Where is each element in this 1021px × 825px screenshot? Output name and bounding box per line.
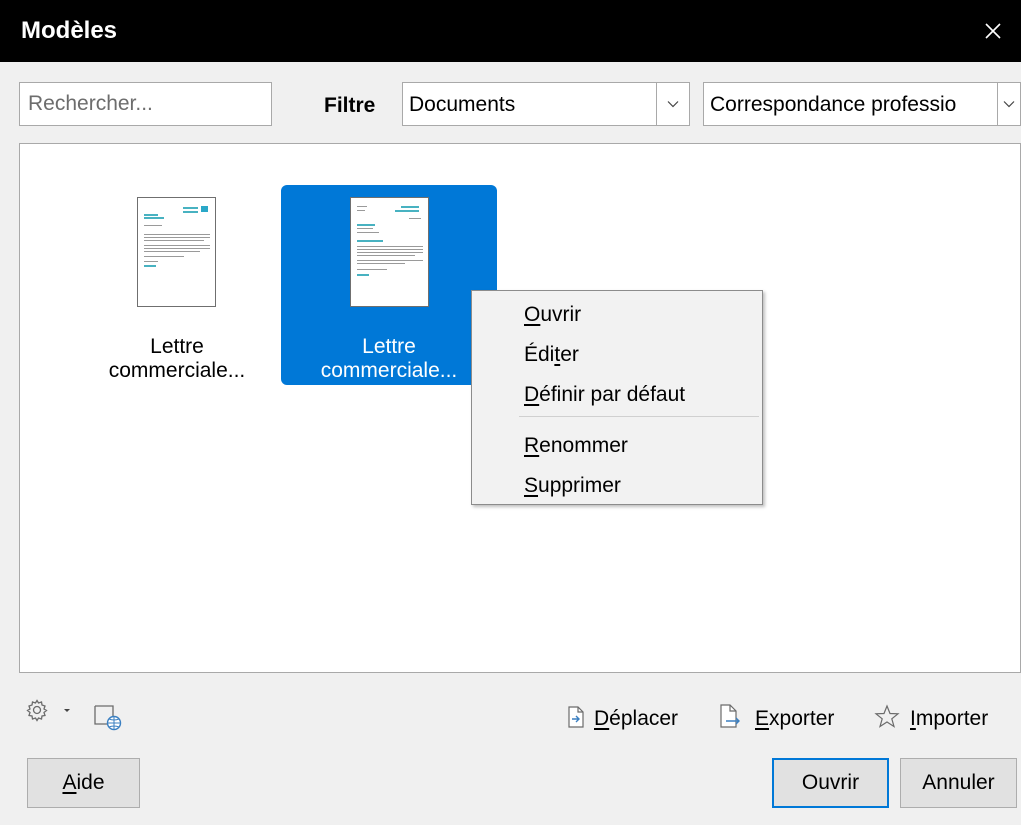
menu-item-rename[interactable]: Renommer [524, 434, 628, 458]
filter-type-value: Documents [409, 93, 516, 116]
template-item-selected[interactable]: Lettre commerciale... [281, 185, 497, 385]
menu-item-delete[interactable]: Supprimer [524, 474, 621, 498]
open-button[interactable]: Ouvrir [772, 758, 889, 808]
help-button[interactable]: Aide [27, 758, 140, 808]
search-input[interactable] [19, 82, 272, 126]
window-title: Modèles [21, 17, 118, 44]
menu-separator [519, 416, 759, 417]
filter-category-dropdown[interactable]: Correspondance professio [703, 82, 1021, 126]
menu-item-set-default[interactable]: Définir par défaut [524, 383, 685, 407]
settings-menu-button[interactable] [26, 698, 74, 729]
template-thumbnail [350, 197, 429, 307]
close-icon [985, 23, 1001, 39]
filter-type-arrow[interactable] [656, 83, 689, 125]
chevron-down-icon [667, 101, 679, 108]
filter-type-dropdown[interactable]: Documents [402, 82, 690, 126]
template-item[interactable]: Lettre commerciale... [69, 185, 285, 385]
cancel-button[interactable]: Annuler [900, 758, 1017, 808]
move-button[interactable]: Déplacer [594, 707, 678, 731]
menu-item-edit[interactable]: Éditer [524, 343, 579, 367]
menu-item-open[interactable]: Ouvrir [524, 303, 581, 327]
context-menu: Ouvrir Éditer Définir par défaut Renomme… [471, 290, 763, 505]
star-icon [874, 704, 900, 733]
move-icon [567, 706, 585, 733]
close-button[interactable] [965, 0, 1021, 62]
chevron-down-icon [1003, 101, 1015, 108]
export-icon [719, 704, 741, 733]
filter-label: Filtre [324, 94, 376, 117]
filter-category-arrow[interactable] [997, 83, 1020, 125]
title-bar: Modèles [0, 0, 1021, 62]
template-thumbnail [137, 197, 216, 307]
online-repository-icon [94, 705, 122, 731]
online-repository-button[interactable] [93, 704, 123, 737]
export-button[interactable]: Exporter [755, 707, 834, 731]
template-label: Lettre commerciale... [108, 335, 246, 382]
import-button[interactable]: Importer [910, 707, 988, 731]
template-label: Lettre commerciale... [320, 335, 458, 382]
filter-category-value: Correspondance professio [710, 93, 957, 116]
gear-icon [26, 699, 70, 722]
